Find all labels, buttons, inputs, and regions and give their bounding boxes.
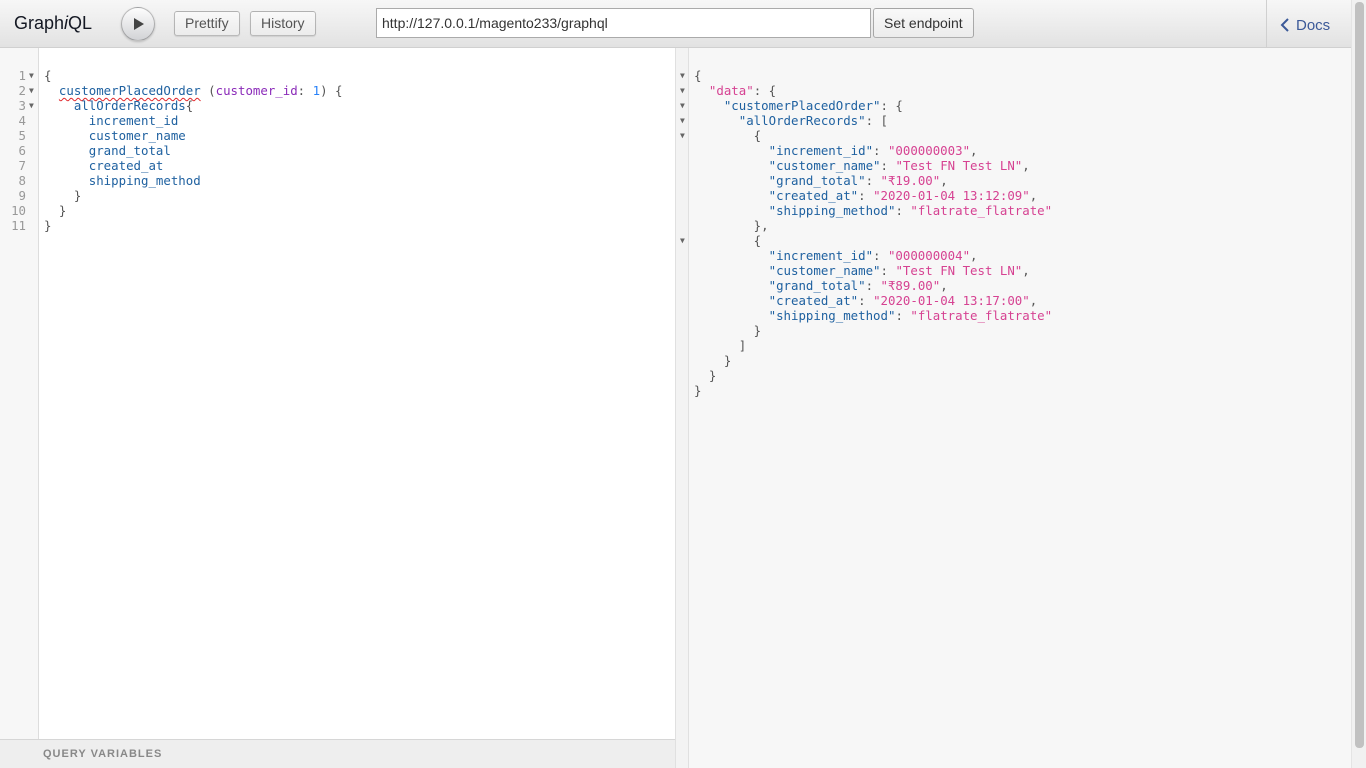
result-line: {: [694, 233, 762, 248]
query-line: customer_name: [44, 128, 186, 143]
fold-arrow-icon[interactable]: ▼: [680, 98, 685, 113]
result-value: "000000004": [887, 248, 971, 263]
query-line: {: [44, 68, 52, 83]
line-number-gutter: 1 2 3 4 5 6 7 8 9 10 11 ▼ ▼ ▼: [0, 48, 39, 739]
query-field: created_at: [88, 158, 164, 173]
fold-arrow-icon[interactable]: ▼: [29, 98, 34, 113]
result-line: "customerPlacedOrder": {: [723, 98, 903, 113]
line-number: 4: [18, 113, 26, 128]
query-editor[interactable]: 1 2 3 4 5 6 7 8 9 10 11 ▼ ▼ ▼ { customer…: [0, 48, 675, 739]
list-field: allOrderRecords: [73, 98, 186, 113]
result-line: "shipping_method": "flatrate_flatrate": [768, 203, 1053, 218]
result-line: }: [694, 368, 717, 383]
line-number: 10: [11, 203, 26, 218]
docs-button[interactable]: Docs: [1280, 14, 1330, 36]
fold-arrow-icon[interactable]: ▼: [680, 233, 685, 248]
result-line: }: [694, 353, 732, 368]
result-line: },: [694, 218, 769, 233]
line-number: 6: [18, 143, 26, 158]
result-line: "data": {: [708, 83, 777, 98]
query-line: increment_id: [44, 113, 179, 128]
query-field: customer_name: [88, 128, 186, 143]
query-line: grand_total: [44, 143, 171, 158]
line-number: 3: [18, 98, 26, 113]
query-field: increment_id: [88, 113, 179, 128]
result-value: "2020-01-04 13:17:00": [873, 293, 1030, 308]
result-value: "Test FN Test LN": [895, 158, 1023, 173]
result-line: "shipping_method": "flatrate_flatrate": [768, 308, 1053, 323]
result-key: "allOrderRecords": [738, 113, 866, 128]
result-line: {: [694, 68, 702, 83]
fold-arrow-icon[interactable]: ▼: [29, 83, 34, 98]
fold-arrow-icon[interactable]: ▼: [29, 68, 34, 83]
play-icon: [134, 18, 144, 30]
query-line: }: [44, 203, 67, 218]
result-value: "flatrate_flatrate": [910, 203, 1053, 218]
result-line: "grand_total": "₹89.00",: [768, 278, 948, 293]
line-number: 2: [18, 83, 26, 98]
result-value: "flatrate_flatrate": [910, 308, 1053, 323]
toolbar: GraphiQL Prettify History Set endpoint D…: [0, 0, 1351, 48]
result-line: "allOrderRecords": [: [738, 113, 888, 128]
result-key: "customerPlacedOrder": [723, 98, 881, 113]
result-line: "increment_id": "000000004",: [768, 248, 978, 263]
line-number: 5: [18, 128, 26, 143]
query-line: }: [44, 188, 82, 203]
result-value: "₹89.00": [880, 278, 941, 293]
result-gutter: ▼ ▼ ▼ ▼ ▼ ▼: [676, 48, 689, 768]
result-line: "grand_total": "₹19.00",: [768, 173, 948, 188]
query-line: allOrderRecords{: [73, 98, 194, 113]
result-line: }: [694, 383, 702, 398]
root-field: customerPlacedOrder: [58, 83, 201, 98]
history-button[interactable]: History: [250, 11, 316, 36]
result-value: "Test FN Test LN": [895, 263, 1023, 278]
result-value: "2020-01-04 13:12:09": [873, 188, 1030, 203]
query-variables-toggle[interactable]: QUERY VARIABLES: [0, 739, 675, 768]
query-field: shipping_method: [88, 173, 201, 188]
docs-label: Docs: [1296, 16, 1331, 34]
result-key: "data": [708, 83, 754, 98]
scrollbar-thumb[interactable]: [1355, 2, 1364, 748]
result-line: ]: [694, 338, 747, 353]
line-number: 9: [18, 188, 26, 203]
argument-value: 1: [312, 83, 321, 98]
result-value: "000000003": [887, 143, 971, 158]
result-line: "customer_name": "Test FN Test LN",: [768, 263, 1030, 278]
endpoint-input[interactable]: [376, 8, 871, 38]
fold-arrow-icon[interactable]: ▼: [680, 128, 685, 143]
query-line: shipping_method: [44, 173, 201, 188]
line-number: 7: [18, 158, 26, 173]
result-viewer: ▼ ▼ ▼ ▼ ▼ ▼ { "data": { "customerPlacedO…: [676, 48, 1351, 768]
result-line: "customer_name": "Test FN Test LN",: [768, 158, 1030, 173]
query-line: }: [44, 218, 52, 233]
result-line: }: [694, 323, 762, 338]
set-endpoint-button[interactable]: Set endpoint: [873, 8, 974, 38]
result-line: "created_at": "2020-01-04 13:17:00",: [768, 293, 1038, 308]
argument-name: customer_id: [215, 83, 298, 98]
app-title: GraphiQL: [14, 13, 93, 33]
page-scrollbar[interactable]: [1351, 0, 1366, 768]
result-value: "₹19.00": [880, 173, 941, 188]
result-line: "created_at": "2020-01-04 13:12:09",: [768, 188, 1038, 203]
result-line: {: [694, 128, 762, 143]
chevron-left-icon: [1280, 18, 1289, 32]
query-field: grand_total: [88, 143, 171, 158]
line-number: 8: [18, 173, 26, 188]
prettify-button[interactable]: Prettify: [174, 11, 240, 36]
fold-arrow-icon[interactable]: ▼: [680, 68, 685, 83]
execute-query-button[interactable]: [121, 7, 155, 41]
docs-divider: [1266, 0, 1267, 48]
query-line: customerPlacedOrder (customer_id: 1) {: [58, 83, 343, 98]
line-number: 1: [18, 68, 26, 83]
query-line: created_at: [44, 158, 164, 173]
line-number: 11: [11, 218, 26, 233]
result-line: "increment_id": "000000003",: [768, 143, 978, 158]
fold-arrow-icon[interactable]: ▼: [680, 113, 685, 128]
fold-arrow-icon[interactable]: ▼: [680, 83, 685, 98]
